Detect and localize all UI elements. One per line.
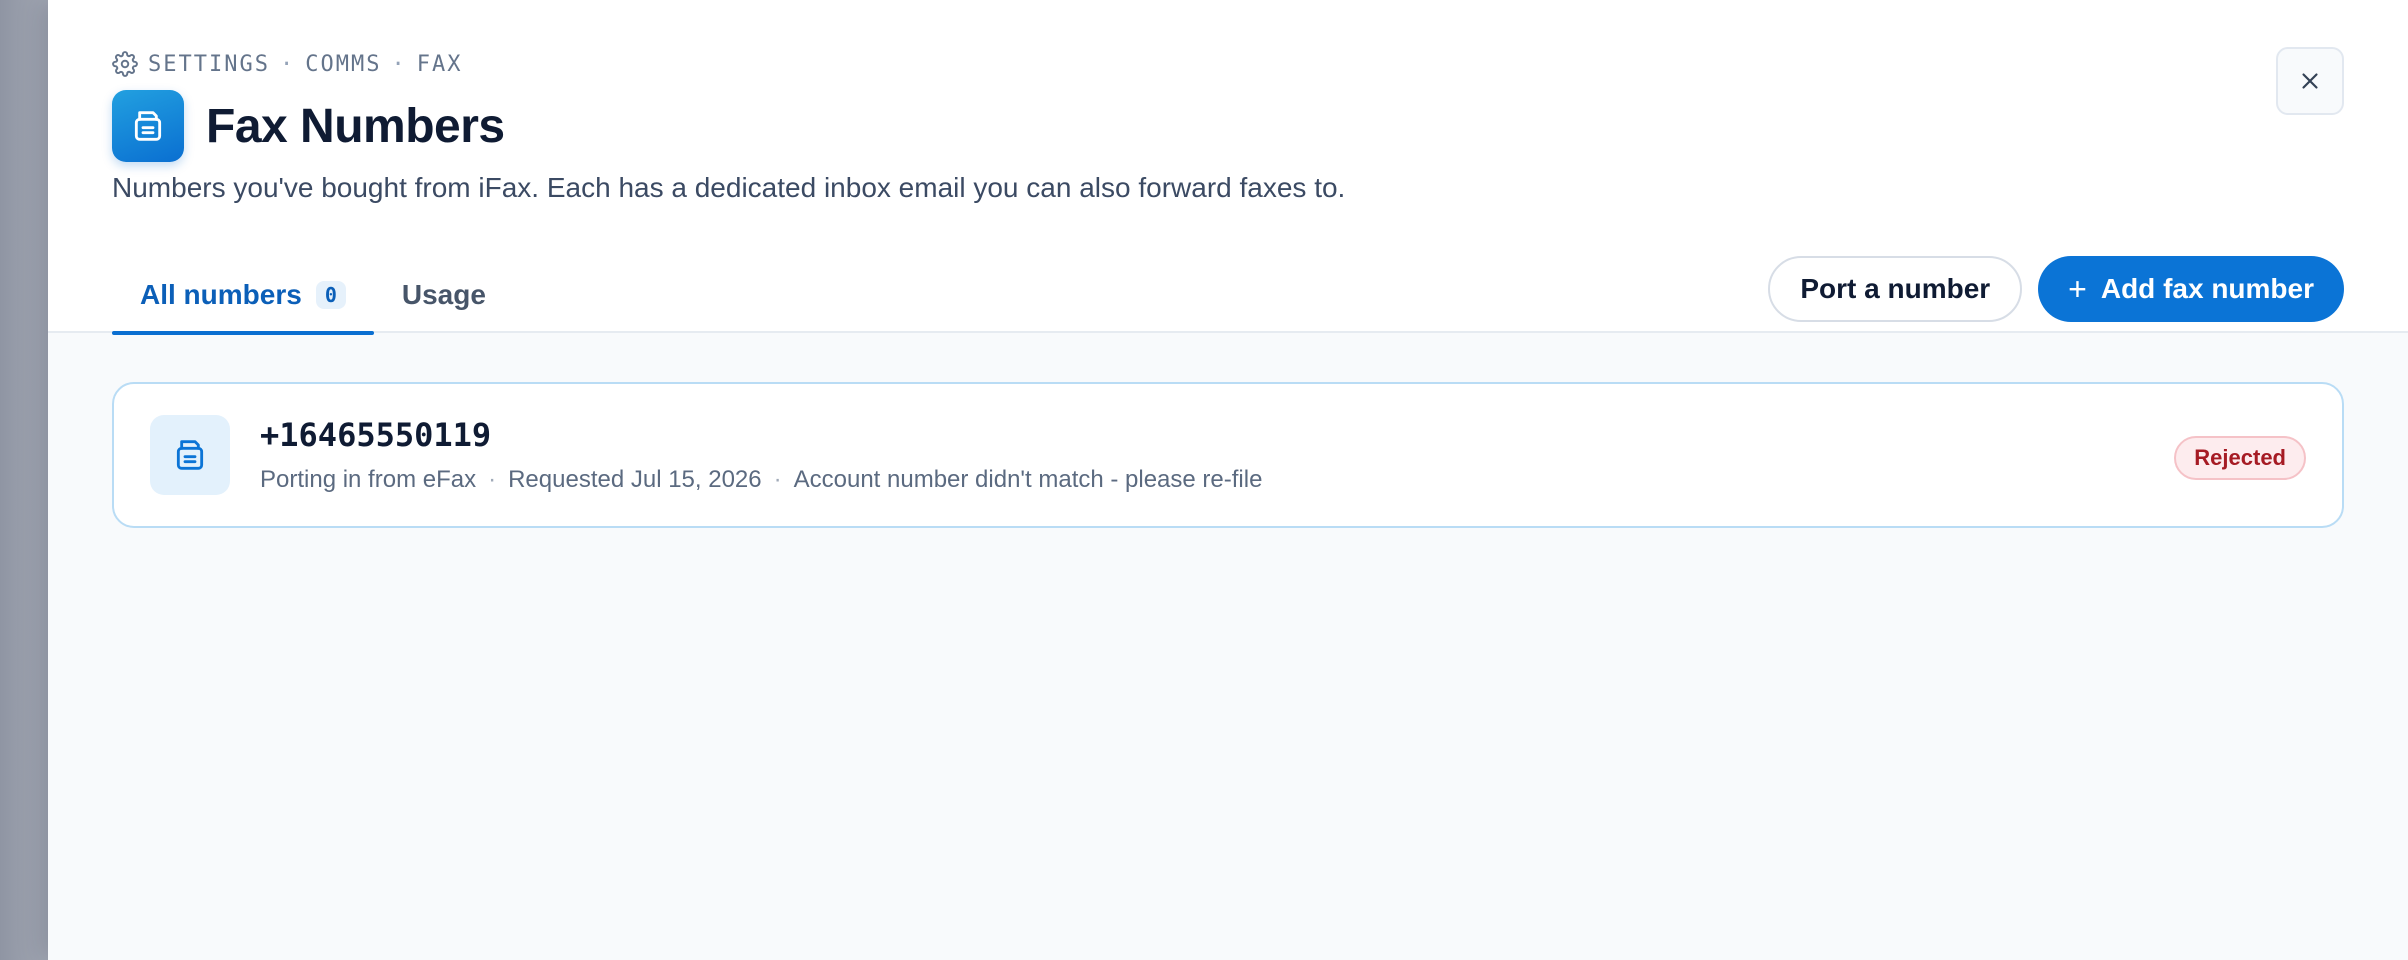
breadcrumb-item-comms[interactable]: COMMS xyxy=(305,52,381,77)
close-icon xyxy=(2302,73,2318,89)
request-date: Requested Jul 15, 2026 xyxy=(508,466,762,493)
fax-number-card[interactable]: +16465550119 Porting in from eFax · Requ… xyxy=(112,382,2344,528)
meta-separator: · xyxy=(773,466,782,493)
breadcrumb-item-fax: FAX xyxy=(416,51,463,77)
breadcrumb-separator: · xyxy=(391,51,407,77)
breadcrumb-separator: · xyxy=(279,51,296,77)
meta-separator: · xyxy=(488,466,497,493)
fax-number: +16465550119 xyxy=(260,416,492,454)
fax-app-icon xyxy=(112,90,184,162)
panel-header: SETTINGS · COMMS · FAX Fax Numbers Numbe… xyxy=(48,0,2408,335)
fax-settings-panel: SETTINGS · COMMS · FAX Fax Numbers Numbe… xyxy=(48,0,2408,960)
port-source: Porting in from eFax xyxy=(260,466,477,493)
status-badge: Rejected xyxy=(2174,436,2306,480)
fax-number-meta: Porting in from eFax · Requested Jul 15,… xyxy=(260,466,1262,494)
page-title: Fax Numbers xyxy=(206,99,505,153)
page-backdrop xyxy=(0,0,48,960)
tab-count-badge: 0 xyxy=(315,280,346,309)
tab-usage-label: Usage xyxy=(401,278,486,310)
tab-all-numbers-label: All numbers xyxy=(140,278,302,310)
add-fax-number-label: Add fax number xyxy=(2100,273,2314,304)
add-fax-number-button[interactable]: + Add fax number xyxy=(2038,256,2344,322)
page-subtitle: Numbers you've bought from iFax. Each ha… xyxy=(112,172,1346,203)
port-number-button[interactable]: Port a number xyxy=(1768,256,2023,322)
close-button[interactable] xyxy=(2276,47,2344,115)
header-actions: Port a number + Add fax number xyxy=(1768,256,2344,322)
breadcrumb: SETTINGS · COMMS · FAX xyxy=(112,50,462,78)
rejection-reason: Account number didn't match - please re-… xyxy=(793,466,1263,493)
gear-icon xyxy=(112,51,138,77)
fax-number-details: +16465550119 Porting in from eFax · Requ… xyxy=(260,416,1262,494)
breadcrumb-item-settings[interactable]: SETTINGS xyxy=(148,52,270,77)
tab-usage[interactable]: Usage xyxy=(374,256,514,333)
plus-icon: + xyxy=(2068,271,2087,307)
tab-all-numbers[interactable]: All numbers 0 xyxy=(112,256,374,335)
tab-bar: All numbers 0 Usage xyxy=(112,256,514,335)
fax-icon xyxy=(150,415,230,495)
title-row: Fax Numbers xyxy=(112,90,505,162)
